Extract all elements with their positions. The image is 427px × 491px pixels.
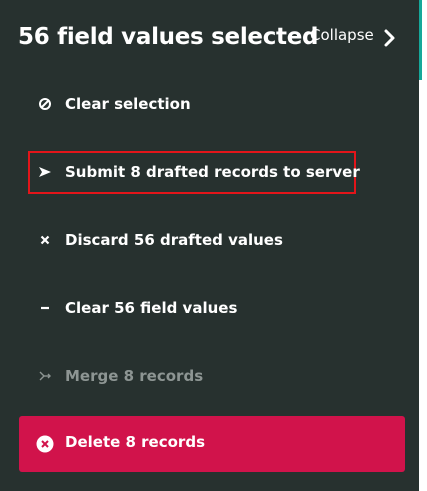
x-circle-icon [36,435,54,453]
clear-field-values-action[interactable]: Clear 56 field values [38,295,237,321]
page-edge [419,0,427,491]
panel-header: 56 field values selected Collapse [18,24,401,64]
merge-records-action: Merge 8 records [38,363,203,389]
delete-records-label: Delete 8 records [65,433,205,451]
action-label: Clear 56 field values [65,299,238,317]
selection-panel: 56 field values selected Collapse Clear … [0,0,419,491]
panel-title: 56 field values selected [18,24,319,50]
chevron-right-icon[interactable] [382,28,398,48]
cancel-icon [38,97,52,111]
merge-icon [38,369,52,383]
action-label: Clear selection [65,95,191,113]
action-label: Merge 8 records [65,367,204,385]
discard-drafted-values-action[interactable]: Discard 56 drafted values [38,227,283,253]
delete-records-button[interactable]: Delete 8 records [19,416,405,472]
minus-icon [38,301,52,315]
send-icon [38,165,52,179]
collapse-button[interactable]: Collapse [310,26,374,44]
submit-drafted-records-action[interactable]: Submit 8 drafted records to server [38,159,360,185]
accent-bar [419,0,422,80]
x-icon [38,233,52,247]
action-label: Discard 56 drafted values [65,231,283,249]
action-label: Submit 8 drafted records to server [65,163,360,181]
clear-selection-action[interactable]: Clear selection [38,91,191,117]
